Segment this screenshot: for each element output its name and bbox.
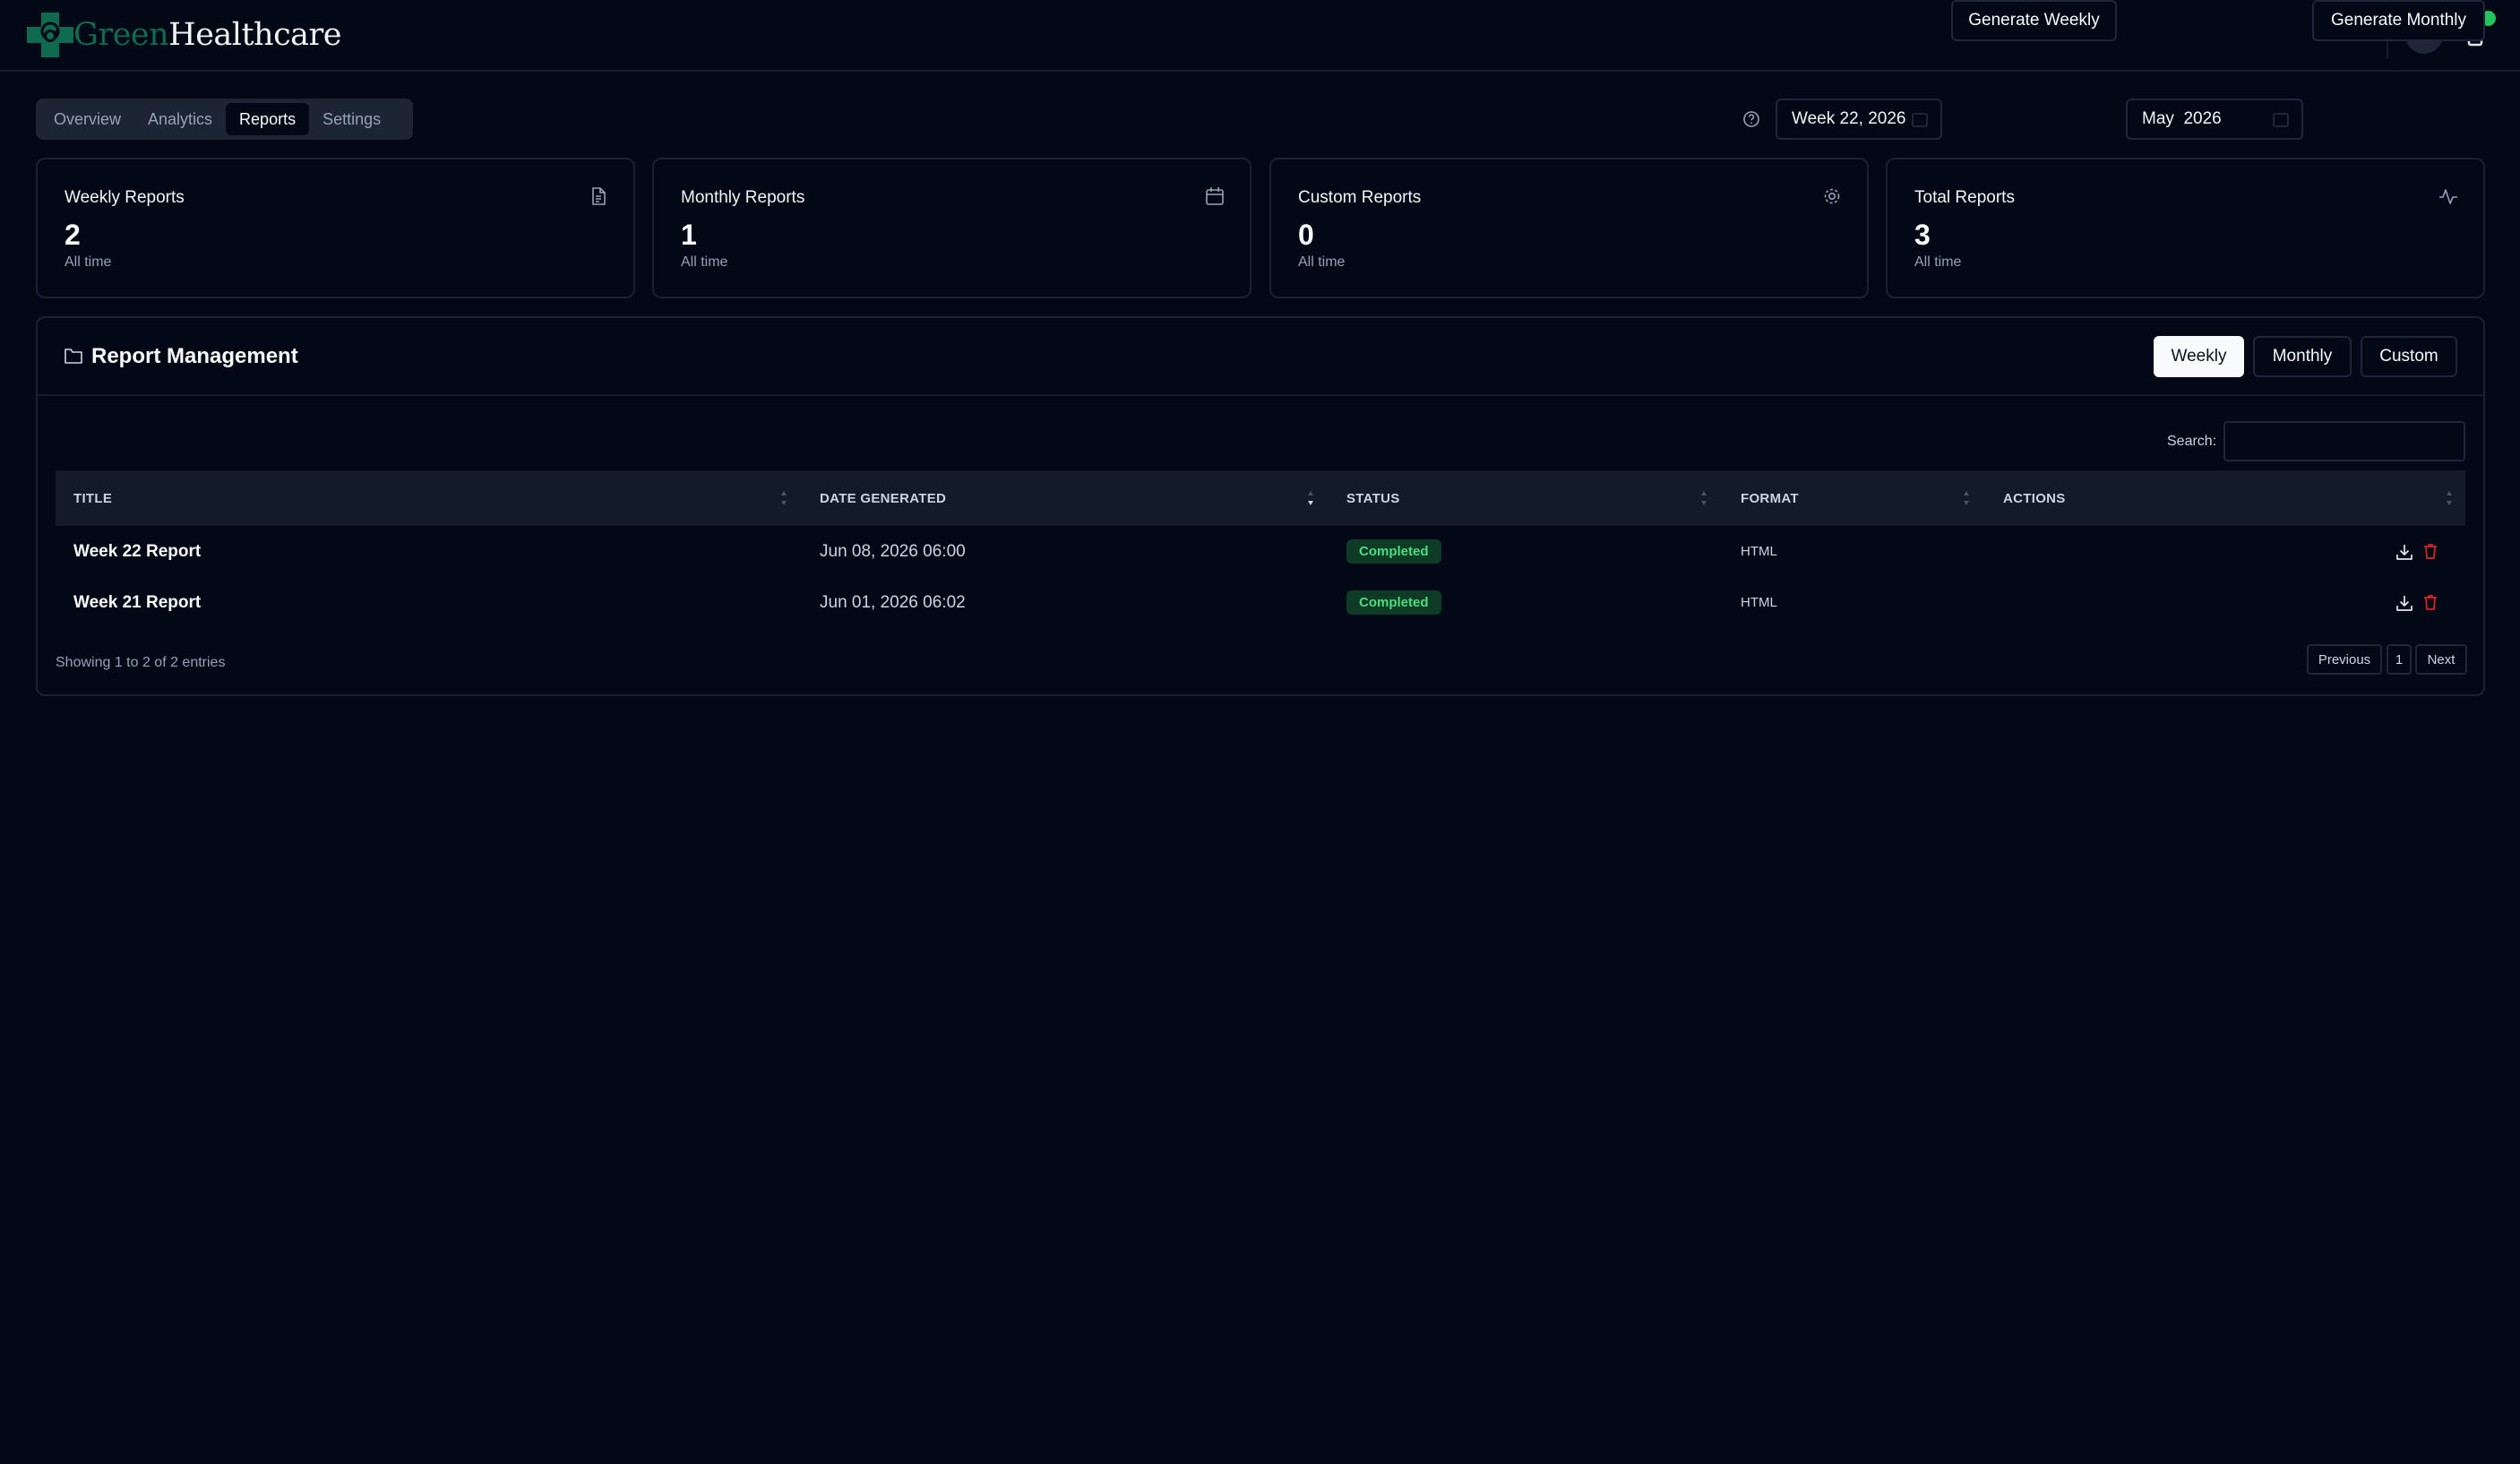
activity-icon [2439,189,2457,204]
column-header-actions: ACTIONS [2003,490,2066,506]
stat-card-total: Total Reports 3 All time [1886,158,2485,298]
sort-icon[interactable] [1962,488,1971,508]
report-format: HTML [1741,544,1777,559]
table-row: Week 22 Report Jun 08, 2026 06:00 Comple… [56,526,2465,577]
brand-name-green: Green [73,17,169,53]
report-format: HTML [1741,595,1777,610]
column-header-format[interactable]: FORMAT [1741,470,1799,526]
status-badge: Completed [1346,590,1441,615]
stat-card-custom: Custom Reports 0 All time [1269,158,1869,298]
month-picker-value: May 2026 [2142,109,2222,128]
search-input[interactable] [2223,421,2465,461]
file-text-icon [592,187,606,205]
table-header: TITLE DATE GENERATED STATUS FORMAT ACTIO… [56,470,2465,526]
stat-card-monthly: Monthly Reports 1 All time [652,158,1251,298]
stat-value: 0 [1298,219,1314,251]
report-title: Week 21 Report [73,592,202,612]
download-icon[interactable] [2395,543,2413,561]
filter-custom-button[interactable]: Custom [2361,336,2457,377]
stat-subtitle: All time [65,254,112,270]
search-label: Search: [2167,434,2217,449]
sort-icon[interactable] [1699,488,1708,508]
stat-subtitle: All time [1914,254,1962,270]
pagination-page-button[interactable]: 1 [2387,644,2412,675]
brand-logo[interactable]: GreenHealthcare [25,11,341,59]
filter-weekly-button[interactable]: Weekly [2154,336,2244,377]
main-tabs: Overview Analytics Reports Settings [36,99,413,140]
week-picker-value: Week 22, 2026 [1792,109,1906,128]
stat-card-weekly: Weekly Reports 2 All time [36,158,635,298]
sort-descending-icon[interactable] [1306,488,1315,508]
status-cell: Completed [1346,577,1441,628]
column-header-status[interactable]: STATUS [1346,470,1400,526]
sort-icon[interactable] [779,488,788,508]
panel-title: Report Management [91,344,298,368]
calendar-icon [1912,113,1928,127]
status-badge: Completed [1346,539,1441,564]
column-header-title[interactable]: TITLE [73,470,112,526]
stat-title: Monthly Reports [681,188,805,207]
month-picker-input[interactable]: May 2026 [2126,99,2303,140]
download-icon[interactable] [2395,594,2413,612]
stat-title: Weekly Reports [65,188,185,207]
help-circle-icon[interactable] [1742,110,1760,128]
tab-reports[interactable]: Reports [226,103,310,135]
status-cell: Completed [1346,526,1441,577]
report-title: Week 22 Report [73,541,202,561]
calendar-icon [1206,187,1224,205]
tab-overview[interactable]: Overview [40,103,134,135]
table-row: Week 21 Report Jun 01, 2026 06:02 Comple… [56,577,2465,628]
report-date: Jun 01, 2026 06:02 [820,592,966,612]
brand-name-white: Healthcare [168,17,341,53]
tab-analytics[interactable]: Analytics [134,103,226,135]
generate-weekly-button[interactable]: Generate Weekly [1951,0,2117,41]
trash-icon[interactable] [2421,542,2439,560]
filter-monthly-button[interactable]: Monthly [2253,336,2352,377]
tab-settings[interactable]: Settings [309,103,394,135]
panel-divider [38,394,2483,396]
stat-title: Total Reports [1914,188,2015,207]
column-header-date[interactable]: DATE GENERATED [820,470,946,526]
week-picker-input[interactable]: Week 22, 2026 [1776,99,1942,140]
generate-monthly-button[interactable]: Generate Monthly [2312,0,2485,41]
stat-subtitle: All time [681,254,728,270]
pagination-previous-button[interactable]: Previous [2307,644,2382,675]
calendar-icon [2273,113,2289,127]
stat-subtitle: All time [1298,254,1346,270]
folder-icon [65,349,82,364]
top-bar: GreenHealthcare MA [0,0,2520,72]
trash-icon[interactable] [2421,593,2439,611]
gear-icon [1824,188,1840,204]
pagination-next-button[interactable]: Next [2415,644,2467,675]
report-management-panel: Report Management Weekly Monthly Custom … [36,316,2485,696]
stat-value: 1 [681,219,697,251]
table-info: Showing 1 to 2 of 2 entries [56,655,226,670]
report-date: Jun 08, 2026 06:00 [820,541,966,561]
sort-icon [2447,491,2452,505]
medical-cross-logo-icon [27,13,73,57]
stat-value: 3 [1914,219,1931,251]
stat-title: Custom Reports [1298,188,1422,207]
stat-value: 2 [65,219,81,251]
